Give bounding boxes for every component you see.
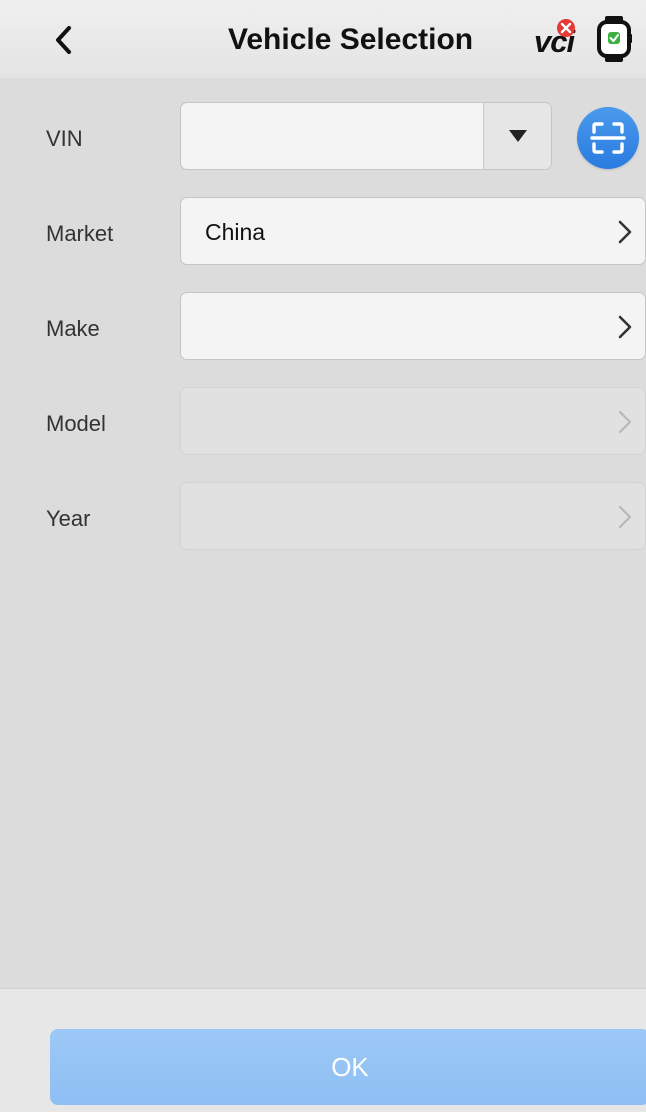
smartwatch-icon[interactable]	[596, 14, 632, 64]
vin-label: VIN	[46, 126, 83, 151]
chevron-right-icon	[618, 410, 632, 434]
chevron-right-icon	[618, 505, 632, 529]
vehicle-selection-screen: Vehicle Selection vci VIN Market China M…	[0, 0, 646, 1112]
year-select[interactable]	[180, 482, 646, 550]
model-label: Model	[46, 411, 106, 436]
market-value: China	[205, 219, 266, 245]
market-select[interactable]: China	[180, 197, 646, 265]
year-label: Year	[46, 506, 91, 531]
triangle-down-icon	[508, 130, 527, 142]
chevron-right-icon	[618, 315, 632, 339]
market-label: Market	[46, 221, 114, 246]
vin-dropdown-button[interactable]	[483, 103, 551, 169]
model-select[interactable]	[180, 387, 646, 455]
scan-vin-button[interactable]	[577, 107, 639, 169]
page-title: Vehicle Selection	[228, 23, 474, 56]
scan-frame-icon	[590, 122, 626, 154]
chevron-right-icon	[618, 220, 632, 244]
make-label: Make	[46, 316, 100, 341]
chevron-left-icon	[56, 26, 71, 54]
header-bar: Vehicle Selection vci	[0, 0, 646, 78]
error-x-icon	[557, 19, 575, 37]
bottom-action-bar: OK	[0, 988, 646, 1112]
make-select[interactable]	[180, 292, 646, 360]
back-button[interactable]	[44, 20, 84, 60]
ok-button[interactable]: OK	[50, 1029, 646, 1105]
vin-input[interactable]	[180, 102, 552, 170]
